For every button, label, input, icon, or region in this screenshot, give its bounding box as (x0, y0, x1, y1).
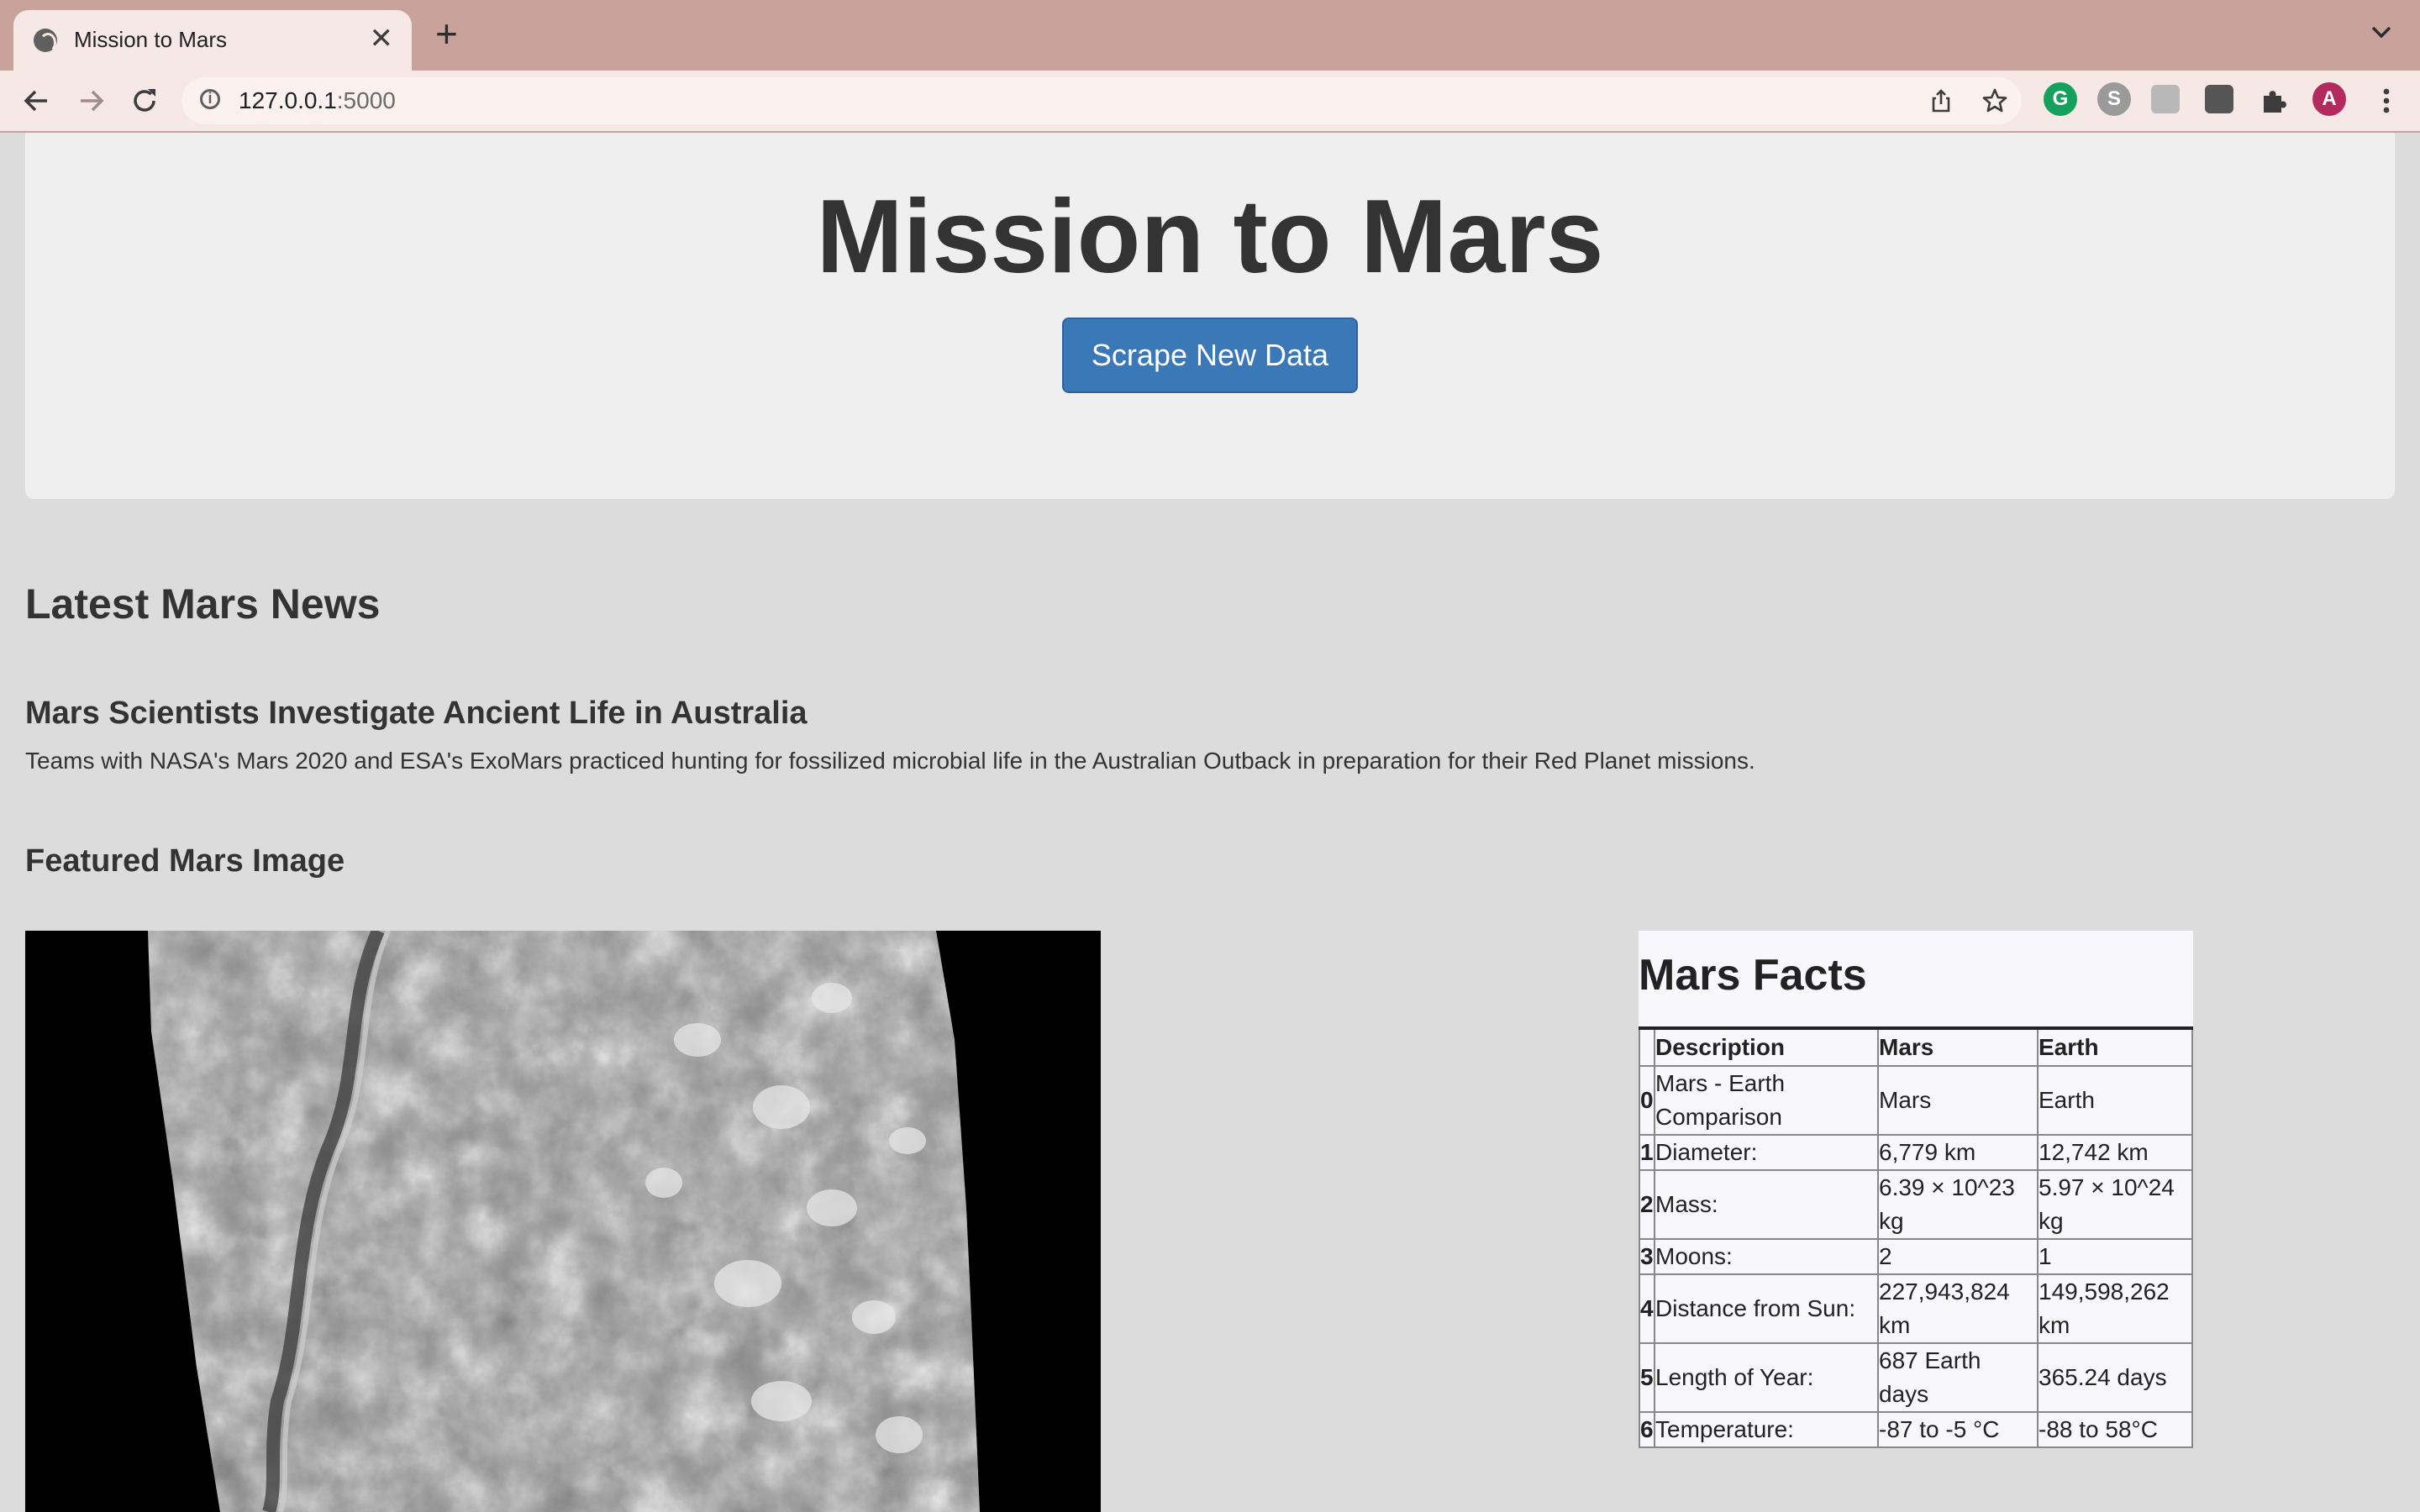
row-description: Mars - Earth Comparison (1654, 1065, 1879, 1136)
row-mars-value: Mars (1877, 1065, 2039, 1136)
row-earth-value: 365.24 days (2037, 1342, 2193, 1413)
table-row: 3 Moons: 2 1 (1639, 1238, 2193, 1275)
url-text[interactable]: 127.0.0.1:5000 (239, 87, 396, 114)
browser-toolbar: 127.0.0.1:5000 G S A (0, 71, 2420, 133)
row-description: Length of Year: (1654, 1342, 1879, 1413)
site-info-icon[interactable] (200, 89, 220, 109)
close-tab-icon[interactable]: ✕ (370, 22, 394, 55)
news-paragraph: Teams with NASA's Mars 2020 and ESA's Ex… (25, 748, 1755, 774)
page-title: Mission to Mars (816, 179, 1604, 295)
reload-icon (134, 89, 155, 112)
row-index: 1 (1639, 1134, 1655, 1171)
reload-button[interactable] (126, 82, 163, 119)
row-description: Mass: (1654, 1169, 1879, 1240)
row-earth-value: 1 (2037, 1238, 2193, 1275)
mars-surface-image (25, 931, 1101, 1512)
new-tab-button[interactable]: + (435, 14, 458, 53)
profile-avatar[interactable]: A (2312, 82, 2346, 116)
row-earth-value: 149,598,262 km (2037, 1273, 2193, 1344)
row-earth-value: -88 to 58°C (2037, 1411, 2193, 1448)
row-index: 6 (1639, 1411, 1655, 1448)
row-mars-value: 6,779 km (1877, 1134, 2039, 1171)
window-extension-icon[interactable] (2205, 85, 2233, 113)
column-header-mars: Mars (1877, 1027, 2039, 1067)
hero-jumbotron: Mission to Mars Scrape New Data (25, 133, 2395, 499)
row-mars-value: -87 to -5 °C (1877, 1411, 2039, 1448)
mars-facts-table: Description Mars Earth 0 Mars - Earth Co… (1639, 1026, 2193, 1448)
row-mars-value: 2 (1877, 1238, 2039, 1275)
forward-button[interactable] (72, 82, 109, 119)
more-menu-icon[interactable] (2371, 86, 2402, 116)
row-index: 0 (1639, 1065, 1655, 1136)
row-index: 4 (1639, 1273, 1655, 1344)
address-bar[interactable]: 127.0.0.1:5000 (182, 77, 2022, 124)
table-row: 0 Mars - Earth Comparison Mars Earth (1639, 1065, 2193, 1136)
row-description: Temperature: (1654, 1411, 1879, 1448)
row-earth-value: 5.97 × 10^24 kg (2037, 1169, 2193, 1240)
row-description: Moons: (1654, 1238, 1879, 1275)
row-earth-value: 12,742 km (2037, 1134, 2193, 1171)
news-heading: Latest Mars News (25, 580, 381, 627)
bookmark-star-icon[interactable] (1981, 87, 2008, 114)
mars-facts-panel: Mars Facts Description Mars Earth 0 Mars… (1639, 931, 2193, 1448)
news-title: Mars Scientists Investigate Ancient Life… (25, 696, 808, 731)
column-header-description: Description (1654, 1027, 1879, 1067)
row-mars-value: 6.39 × 10^23 kg (1877, 1169, 2039, 1240)
index-header (1639, 1027, 1655, 1067)
table-row: 4 Distance from Sun: 227,943,824 km 149,… (1639, 1273, 2193, 1344)
browser-tab[interactable]: Mission to Mars ✕ (13, 10, 412, 71)
globe-icon (34, 29, 57, 53)
s-extension-icon[interactable]: S (2097, 82, 2131, 116)
forward-arrow-icon (81, 90, 104, 112)
grammarly-extension-icon[interactable]: G (2044, 82, 2077, 116)
row-mars-value: 687 Earth days (1877, 1342, 2039, 1413)
featured-mars-image (25, 931, 1101, 1512)
featured-image-heading: Featured Mars Image (25, 843, 345, 879)
row-earth-value: Earth (2037, 1065, 2193, 1136)
tab-search-chevron-icon[interactable] (2368, 18, 2395, 45)
table-row: 6 Temperature: -87 to -5 °C -88 to 58°C (1639, 1411, 2193, 1448)
browser-tab-strip: Mission to Mars ✕ + (0, 0, 2420, 71)
back-button[interactable] (18, 82, 55, 119)
extensions-puzzle-icon[interactable] (2259, 86, 2289, 116)
tab-title: Mission to Mars (74, 27, 228, 52)
row-description: Distance from Sun: (1654, 1273, 1879, 1344)
table-row: 5 Length of Year: 687 Earth days 365.24 … (1639, 1342, 2193, 1413)
back-arrow-icon (24, 90, 47, 112)
table-row: 1 Diameter: 6,779 km 12,742 km (1639, 1134, 2193, 1171)
column-header-earth: Earth (2037, 1027, 2193, 1067)
table-row: 2 Mass: 6.39 × 10^23 kg 5.97 × 10^24 kg (1639, 1169, 2193, 1240)
scrape-new-data-button[interactable]: Scrape New Data (1062, 318, 1358, 393)
row-index: 2 (1639, 1169, 1655, 1240)
share-icon[interactable] (1928, 87, 1954, 114)
row-index: 3 (1639, 1238, 1655, 1275)
row-mars-value: 227,943,824 km (1877, 1273, 2039, 1344)
puzzle-extension-icon[interactable] (2151, 85, 2180, 113)
table-header-row: Description Mars Earth (1639, 1027, 2193, 1067)
row-description: Diameter: (1654, 1134, 1879, 1171)
row-index: 5 (1639, 1342, 1655, 1413)
mars-facts-title: Mars Facts (1639, 951, 1867, 1000)
